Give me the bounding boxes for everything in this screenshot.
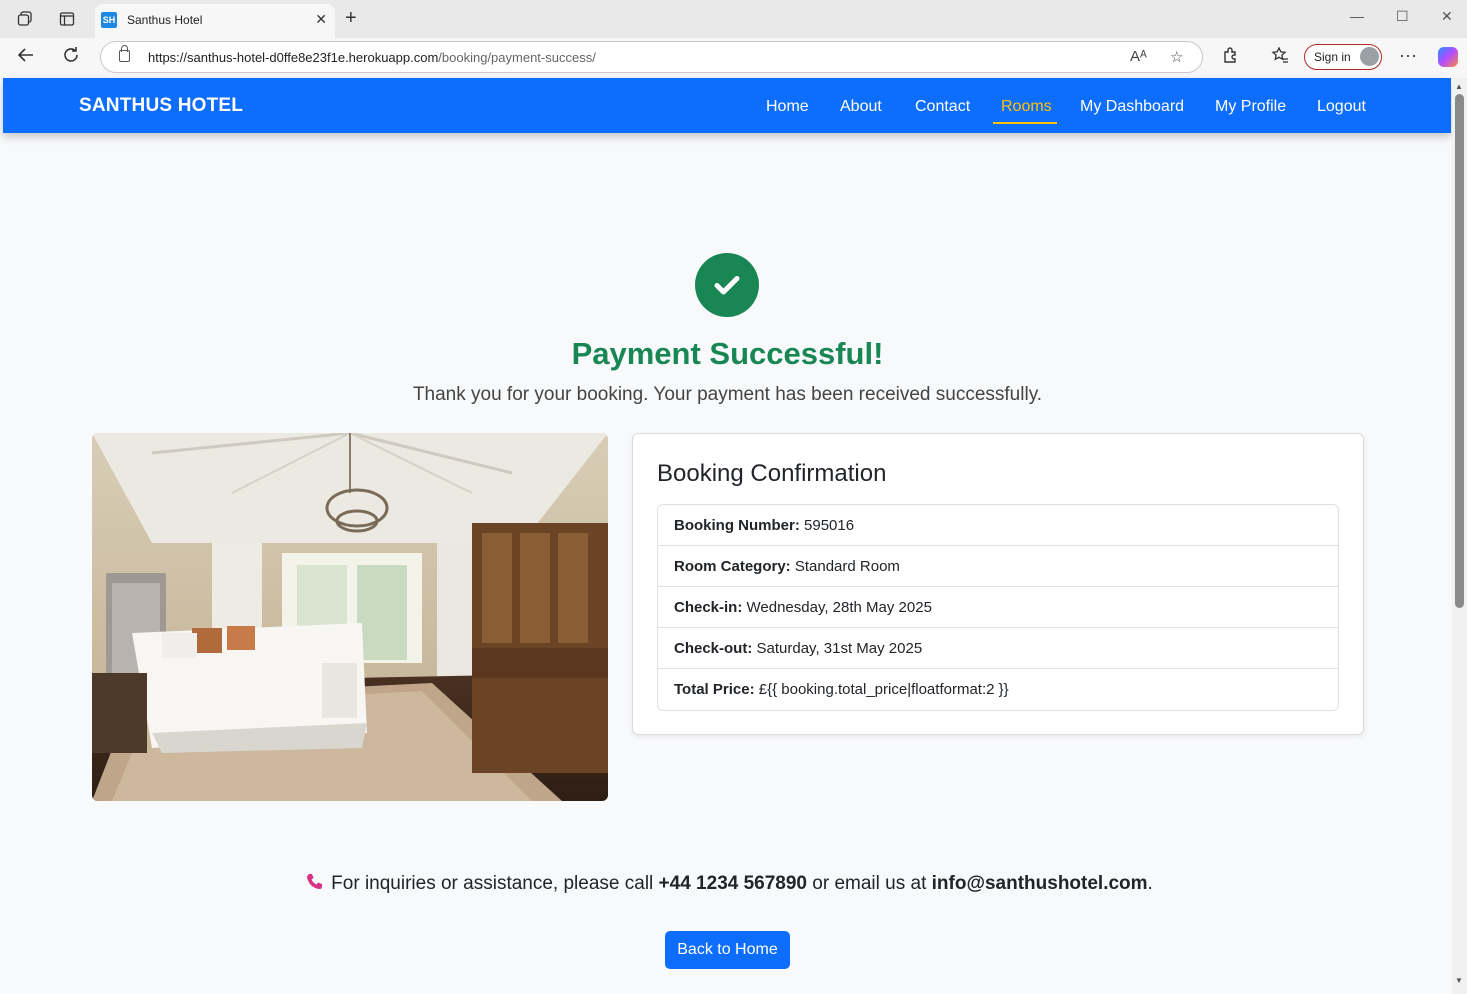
browser-tab-bar: SH Santhus Hotel ✕ + — ☐ ✕ <box>0 0 1467 38</box>
page-title: Payment Successful! <box>571 336 884 371</box>
detail-value: Standard Room <box>794 558 900 575</box>
detail-value: 595016 <box>804 517 855 534</box>
contact-middle: or email us at <box>812 873 927 894</box>
contact-email[interactable]: info@santhushotel.com <box>932 873 1148 894</box>
maximize-icon[interactable]: ☐ <box>1396 8 1409 25</box>
contact-suffix: . <box>1147 873 1153 894</box>
url-host: https://santhus-hotel-d0ffe8e23f1e.herok… <box>148 50 439 65</box>
success-message: Thank you for your booking. Your payment… <box>412 384 1043 405</box>
card-title: Booking Confirmation <box>657 460 887 487</box>
close-tab-icon[interactable]: ✕ <box>315 11 327 28</box>
nav-link-contact[interactable]: Contact <box>915 98 970 116</box>
contact-info: For inquiries or assistance, please call… <box>0 872 1458 895</box>
detail-value: £{{ booking.total_price|floatformat:2 }} <box>758 681 1009 698</box>
refresh-icon[interactable] <box>62 46 80 69</box>
scroll-up-icon[interactable]: ▲ <box>1455 82 1463 91</box>
lock-icon[interactable] <box>119 45 130 62</box>
vertical-tabs-icon[interactable] <box>57 9 77 29</box>
favorite-star-icon[interactable]: ☆ <box>1170 48 1183 66</box>
browser-tab[interactable]: SH Santhus Hotel ✕ <box>95 4 335 38</box>
sign-in-button[interactable]: Sign in <box>1304 44 1382 70</box>
detail-value: Wednesday, 28th May 2025 <box>746 599 932 616</box>
list-item-check-in: Check-in: Wednesday, 28th May 2025 <box>658 587 1338 628</box>
minimize-icon[interactable]: — <box>1350 8 1364 24</box>
back-arrow-icon[interactable] <box>17 46 35 69</box>
close-window-icon[interactable]: ✕ <box>1441 8 1453 25</box>
site-brand[interactable]: SANTHUS HOTEL <box>79 95 243 117</box>
contact-phone[interactable]: +44 1234 567890 <box>659 873 807 894</box>
list-item-booking-number: Booking Number: 595016 <box>658 505 1338 546</box>
detail-label: Check-out: <box>674 640 753 657</box>
more-menu-icon[interactable]: ··· <box>1399 45 1417 66</box>
nav-link-logout[interactable]: Logout <box>1317 98 1366 116</box>
check-circle-icon <box>695 253 759 317</box>
list-item-room-category: Room Category: Standard Room <box>658 546 1338 587</box>
back-to-home-button[interactable]: Back to Home <box>665 931 790 969</box>
list-item-check-out: Check-out: Saturday, 31st May 2025 <box>658 628 1338 669</box>
booking-details-list: Booking Number: 595016 Room Category: St… <box>657 504 1339 711</box>
url-text: https://santhus-hotel-d0ffe8e23f1e.herok… <box>148 50 596 65</box>
read-aloud-icon[interactable]: Aᴬ <box>1130 48 1147 65</box>
nav-link-my-profile[interactable]: My Profile <box>1215 98 1286 116</box>
sign-in-label: Sign in <box>1314 50 1351 64</box>
copilot-icon[interactable] <box>1438 47 1458 67</box>
url-path: /booking/payment-success/ <box>438 50 596 65</box>
address-bar[interactable]: https://santhus-hotel-d0ffe8e23f1e.herok… <box>100 41 1203 73</box>
tab-title: Santhus Hotel <box>127 13 203 27</box>
nav-link-home[interactable]: Home <box>766 98 809 116</box>
active-nav-indicator <box>993 122 1057 124</box>
detail-value: Saturday, 31st May 2025 <box>756 640 923 657</box>
detail-label: Check-in: <box>674 599 743 616</box>
new-tab-icon[interactable]: + <box>345 7 357 30</box>
workspaces-icon[interactable] <box>15 9 35 29</box>
booking-confirmation-card: Booking Confirmation Booking Number: 595… <box>632 433 1364 735</box>
site-navbar: SANTHUS HOTEL Home About Contact Rooms M… <box>3 78 1451 133</box>
browser-toolbar: https://santhus-hotel-d0ffe8e23f1e.herok… <box>0 38 1467 78</box>
detail-label: Room Category: <box>674 558 791 575</box>
extensions-icon[interactable] <box>1222 46 1240 69</box>
scroll-down-icon[interactable]: ▼ <box>1455 976 1463 985</box>
detail-label: Total Price: <box>674 681 755 698</box>
page-scrollbar[interactable]: ▲ ▼ <box>1452 78 1467 994</box>
list-item-total-price: Total Price: £{{ booking.total_price|flo… <box>658 669 1338 710</box>
phone-icon <box>305 872 325 892</box>
avatar-icon <box>1360 47 1379 66</box>
nav-link-rooms[interactable]: Rooms <box>1001 98 1052 116</box>
nav-link-my-dashboard[interactable]: My Dashboard <box>1080 98 1184 116</box>
favicon-icon: SH <box>101 12 117 28</box>
scrollbar-thumb[interactable] <box>1455 94 1464 608</box>
nav-link-about[interactable]: About <box>840 98 882 116</box>
favorites-icon[interactable] <box>1271 46 1289 69</box>
room-photo <box>92 433 608 801</box>
detail-label: Booking Number: <box>674 517 800 534</box>
contact-prefix: For inquiries or assistance, please call <box>331 873 654 894</box>
